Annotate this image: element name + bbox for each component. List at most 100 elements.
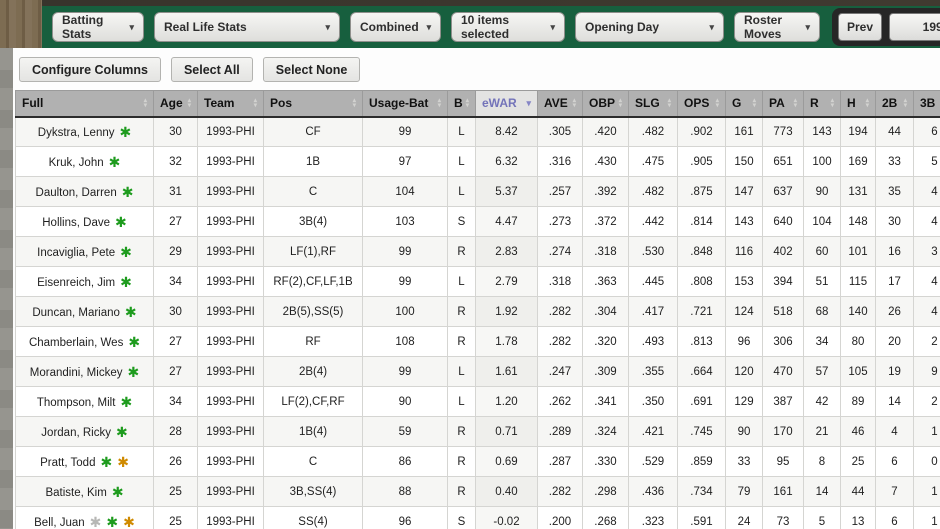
chevron-down-icon: ▾: [427, 22, 432, 33]
column-header-g[interactable]: G▴▾: [726, 91, 763, 117]
column-header-pos[interactable]: Pos▴▾: [264, 91, 363, 117]
cell-obp: .420: [583, 117, 629, 147]
cell-ops: .734: [678, 477, 726, 507]
cell-pos: LF(2),CF,RF: [264, 387, 363, 417]
cell-g: 90: [726, 417, 763, 447]
dropdown-roster-moves[interactable]: Roster Moves ▾: [734, 12, 820, 42]
cell-r: 57: [804, 357, 841, 387]
table-row[interactable]: Morandini, Mickey✱271993-PHI2B(4)99L1.61…: [16, 357, 940, 387]
cell-player-name: Morandini, Mickey✱: [16, 357, 154, 387]
cell-b: R: [448, 477, 476, 507]
cell-obp: .318: [583, 237, 629, 267]
prev-season-button[interactable]: Prev: [838, 13, 882, 41]
season-select-button[interactable]: 1993-PHI: [889, 13, 940, 41]
cell-ewar: 2.79: [476, 267, 538, 297]
cell-pa: 651: [763, 147, 804, 177]
cell-age: 30: [154, 117, 198, 147]
table-row[interactable]: Thompson, Milt✱341993-PHILF(2),CF,RF90L1…: [16, 387, 940, 417]
cell-r: 51: [804, 267, 841, 297]
select-all-button[interactable]: Select All: [171, 57, 253, 82]
cell-age: 26: [154, 447, 198, 477]
table-row[interactable]: Chamberlain, Wes✱271993-PHIRF108R1.78.28…: [16, 327, 940, 357]
cell-ops: .591: [678, 507, 726, 529]
cell-3b: 6: [914, 117, 940, 147]
column-header-3b[interactable]: 3B▴▾: [914, 91, 940, 117]
cell-g: 33: [726, 447, 763, 477]
table-row[interactable]: Eisenreich, Jim✱341993-PHIRF(2),CF,LF,1B…: [16, 267, 940, 297]
cell-ops: .664: [678, 357, 726, 387]
status-asterisk-icon-green: ✱: [119, 124, 131, 140]
cell-ewar: 8.42: [476, 117, 538, 147]
cell-pos: 2B(4): [264, 357, 363, 387]
status-asterisk-icon-green: ✱: [109, 154, 121, 170]
dropdown-items-selected[interactable]: 10 items selected ▾: [451, 12, 565, 42]
dropdown-combined[interactable]: Combined ▾: [350, 12, 441, 42]
cell-slg: .493: [629, 327, 678, 357]
column-header-ewar[interactable]: eWAR ▾: [476, 91, 538, 117]
cell-g: 161: [726, 117, 763, 147]
column-header-slg[interactable]: SLG▴▾: [629, 91, 678, 117]
select-none-button[interactable]: Select None: [263, 57, 361, 82]
column-label: Pos: [270, 96, 292, 110]
column-label: Full: [22, 96, 43, 110]
cell-team: 1993-PHI: [198, 267, 264, 297]
cell-ave: .262: [538, 387, 583, 417]
column-header-r[interactable]: R▴▾: [804, 91, 841, 117]
table-row[interactable]: Bell, Juan✱✱✱251993-PHISS(4)96S-0.02.200…: [16, 507, 940, 529]
cell-r: 143: [804, 117, 841, 147]
table-row[interactable]: Kruk, John✱321993-PHI1B97L6.32.316.430.4…: [16, 147, 940, 177]
table-row[interactable]: Duncan, Mariano✱301993-PHI2B(5),SS(5)100…: [16, 297, 940, 327]
column-header-full[interactable]: Full▴▾: [16, 91, 154, 117]
cell-b: R: [448, 327, 476, 357]
column-label: eWAR: [482, 96, 517, 110]
table-row[interactable]: Pratt, Todd✱✱261993-PHIC86R0.69.287.330.…: [16, 447, 940, 477]
column-header-age[interactable]: Age▴▾: [154, 91, 198, 117]
column-header-usage-bat[interactable]: Usage-Bat▴▾: [363, 91, 448, 117]
chevron-down-icon: ▾: [550, 22, 555, 33]
backdrop-wall-texture: [0, 48, 13, 529]
table-row[interactable]: Dykstra, Lenny✱301993-PHICF99L8.42.305.4…: [16, 117, 940, 147]
column-header-b[interactable]: B▴▾: [448, 91, 476, 117]
cell-ops: .905: [678, 147, 726, 177]
column-header-h[interactable]: H▴▾: [841, 91, 876, 117]
cell-pos: 3B,SS(4): [264, 477, 363, 507]
cell-slg: .323: [629, 507, 678, 529]
table-row[interactable]: Jordan, Ricky✱281993-PHI1B(4)59R0.71.289…: [16, 417, 940, 447]
column-header-pa[interactable]: PA▴▾: [763, 91, 804, 117]
column-header-ave[interactable]: AVE▴▾: [538, 91, 583, 117]
cell-2b: 20: [876, 327, 914, 357]
cell-r: 34: [804, 327, 841, 357]
dropdown-opening-day[interactable]: Opening Day ▾: [575, 12, 724, 42]
column-header-2b[interactable]: 2B▴▾: [876, 91, 914, 117]
chevron-down-icon: ▾: [805, 22, 810, 33]
configure-columns-button[interactable]: Configure Columns: [19, 57, 161, 82]
table-row[interactable]: Incaviglia, Pete✱291993-PHILF(1),RF99R2.…: [16, 237, 940, 267]
sort-icon: ▴▾: [716, 98, 719, 108]
column-header-team[interactable]: Team▴▾: [198, 91, 264, 117]
column-header-ops[interactable]: OPS▴▾: [678, 91, 726, 117]
cell-3b: 2: [914, 327, 940, 357]
cell-obp: .392: [583, 177, 629, 207]
cell-g: 24: [726, 507, 763, 529]
cell-3b: 4: [914, 267, 940, 297]
cell-r: 21: [804, 417, 841, 447]
sort-descending-icon: ▾: [526, 99, 531, 108]
cell-usage-bat: 99: [363, 237, 448, 267]
cell-slg: .482: [629, 177, 678, 207]
dropdown-label: Combined: [360, 20, 419, 34]
cell-team: 1993-PHI: [198, 327, 264, 357]
cell-g: 124: [726, 297, 763, 327]
cell-team: 1993-PHI: [198, 147, 264, 177]
table-row[interactable]: Hollins, Dave✱271993-PHI3B(4)103S4.47.27…: [16, 207, 940, 237]
cell-pos: 1B(4): [264, 417, 363, 447]
column-label: Team: [204, 96, 234, 110]
table-row[interactable]: Daulton, Darren✱311993-PHIC104L5.37.257.…: [16, 177, 940, 207]
dropdown-real-life-stats[interactable]: Real Life Stats ▾: [154, 12, 340, 42]
table-row[interactable]: Batiste, Kim✱251993-PHI3B,SS(4)88R0.40.2…: [16, 477, 940, 507]
cell-r: 100: [804, 147, 841, 177]
dropdown-batting-stats[interactable]: Batting Stats ▾: [52, 12, 144, 42]
cell-usage-bat: 108: [363, 327, 448, 357]
column-header-obp[interactable]: OBP▴▾: [583, 91, 629, 117]
cell-slg: .530: [629, 237, 678, 267]
cell-obp: .268: [583, 507, 629, 529]
